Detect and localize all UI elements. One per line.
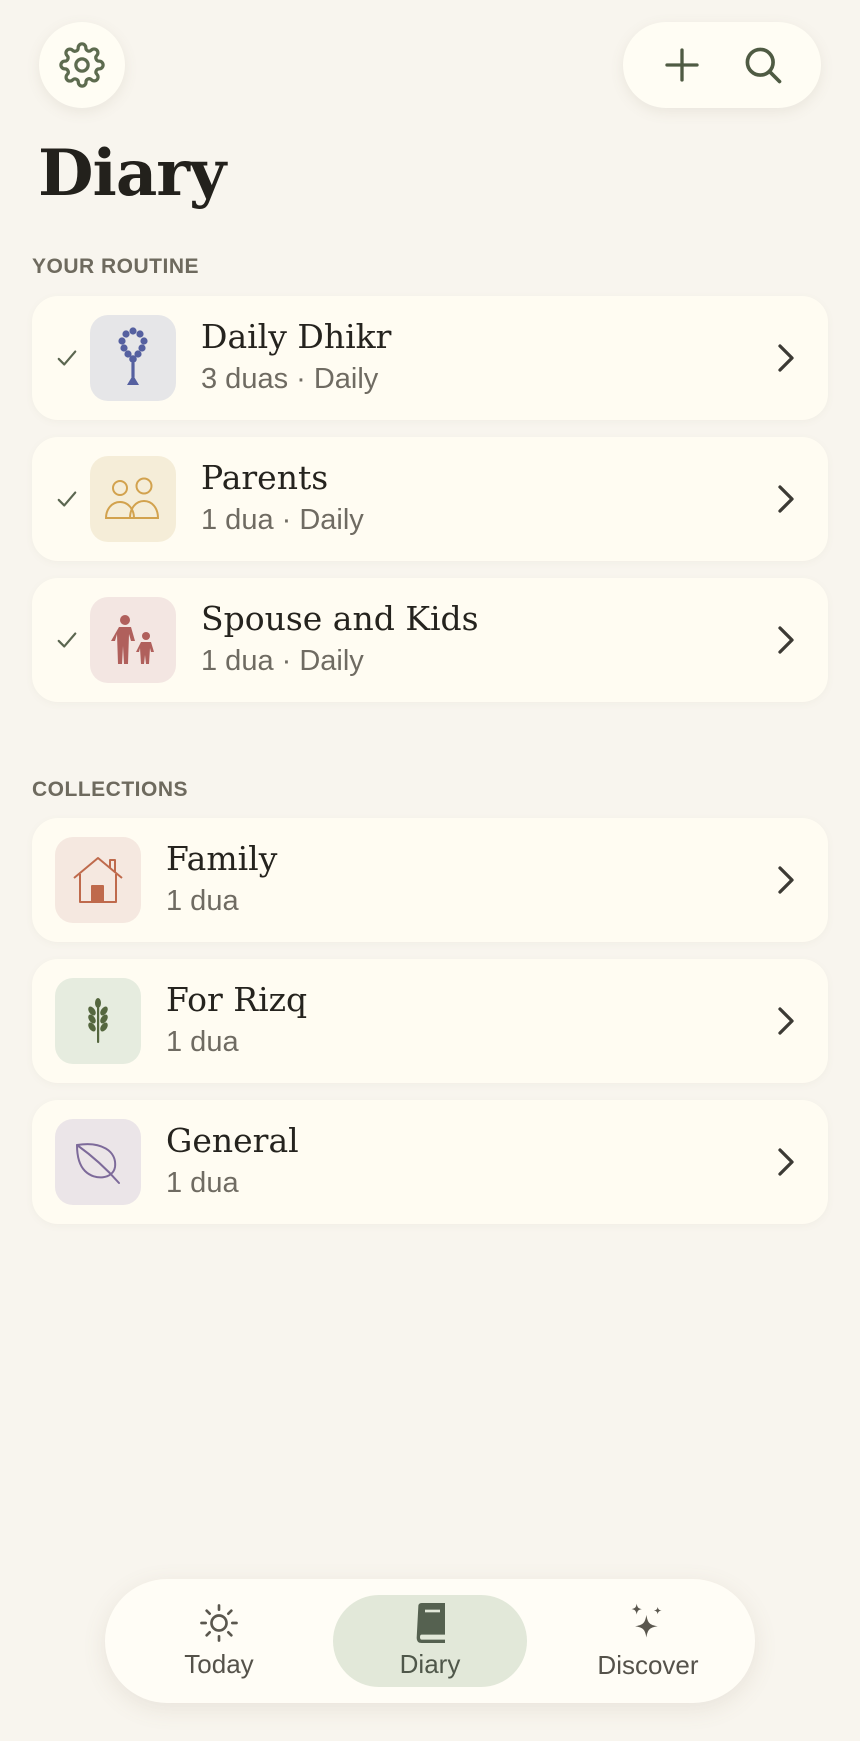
routine-text: Spouse and Kids 1 dua · Daily	[201, 599, 756, 681]
bottom-nav: Today Diary Discover	[105, 1579, 755, 1703]
chevron-right-icon	[756, 484, 816, 514]
parent-child-icon	[110, 614, 156, 666]
collection-text: Family 1 dua	[166, 839, 756, 921]
collection-item-general[interactable]: General 1 dua	[32, 1100, 828, 1224]
routine-text: Parents 1 dua · Daily	[201, 458, 756, 540]
routine-subtitle: 1 dua · Daily	[201, 500, 756, 540]
header-actions	[623, 22, 821, 108]
search-icon	[741, 43, 785, 87]
routine-item-spouse-and-kids[interactable]: Spouse and Kids 1 dua · Daily	[32, 578, 828, 702]
sparkle-icon	[628, 1602, 668, 1644]
collection-title: Family	[166, 839, 756, 879]
nav-label: Today	[184, 1649, 253, 1680]
wheat-icon	[83, 997, 113, 1045]
routine-item-parents[interactable]: Parents 1 dua · Daily	[32, 437, 828, 561]
collection-subtitle: 1 dua	[166, 881, 756, 921]
chevron-right-icon	[756, 343, 816, 373]
routine-title: Spouse and Kids	[201, 599, 756, 639]
collection-title: General	[166, 1121, 756, 1161]
routine-item-daily-dhikr[interactable]: Daily Dhikr 3 duas · Daily	[32, 296, 828, 420]
routine-tile	[90, 315, 176, 401]
check-icon	[32, 629, 90, 651]
routine-title: Daily Dhikr	[201, 317, 756, 357]
collection-subtitle: 1 dua	[166, 1022, 756, 1062]
collection-subtitle: 1 dua	[166, 1163, 756, 1203]
chevron-right-icon	[756, 865, 816, 895]
collection-tile	[55, 1119, 141, 1205]
routine-subtitle: 3 duas · Daily	[201, 359, 756, 399]
leaf-icon	[73, 1139, 123, 1185]
nav-label: Discover	[597, 1650, 698, 1681]
routine-tile	[90, 597, 176, 683]
collection-text: For Rizq 1 dua	[166, 980, 756, 1062]
search-button[interactable]	[733, 35, 793, 95]
nav-tab-diary[interactable]: Diary	[333, 1595, 527, 1687]
collection-title: For Rizq	[166, 980, 756, 1020]
diary-screen: Diary YOUR ROUTINE Daily Dhikr 3 duas · …	[0, 0, 860, 1741]
plus-icon	[662, 45, 702, 85]
chevron-right-icon	[756, 1147, 816, 1177]
settings-button[interactable]	[39, 22, 125, 108]
routine-text: Daily Dhikr 3 duas · Daily	[201, 317, 756, 399]
add-button[interactable]	[652, 35, 712, 95]
nav-tab-today[interactable]: Today	[149, 1595, 289, 1687]
book-icon	[413, 1603, 447, 1643]
collection-tile	[55, 978, 141, 1064]
collections-section-label: COLLECTIONS	[32, 778, 188, 802]
nav-label: Diary	[400, 1649, 461, 1680]
house-icon	[71, 854, 125, 906]
routine-subtitle: 1 dua · Daily	[201, 641, 756, 681]
page-title: Diary	[38, 136, 225, 211]
routine-tile	[90, 456, 176, 542]
collection-tile	[55, 837, 141, 923]
people-icon	[102, 476, 164, 522]
prayer-beads-icon	[113, 325, 153, 391]
nav-tab-discover[interactable]: Discover	[573, 1595, 723, 1687]
check-icon	[32, 488, 90, 510]
routine-section-label: YOUR ROUTINE	[32, 255, 199, 279]
routine-title: Parents	[201, 458, 756, 498]
check-icon	[32, 347, 90, 369]
collection-text: General 1 dua	[166, 1121, 756, 1203]
collection-item-for-rizq[interactable]: For Rizq 1 dua	[32, 959, 828, 1083]
collection-item-family[interactable]: Family 1 dua	[32, 818, 828, 942]
chevron-right-icon	[756, 625, 816, 655]
gear-icon	[59, 42, 105, 88]
sun-icon	[199, 1603, 239, 1643]
chevron-right-icon	[756, 1006, 816, 1036]
